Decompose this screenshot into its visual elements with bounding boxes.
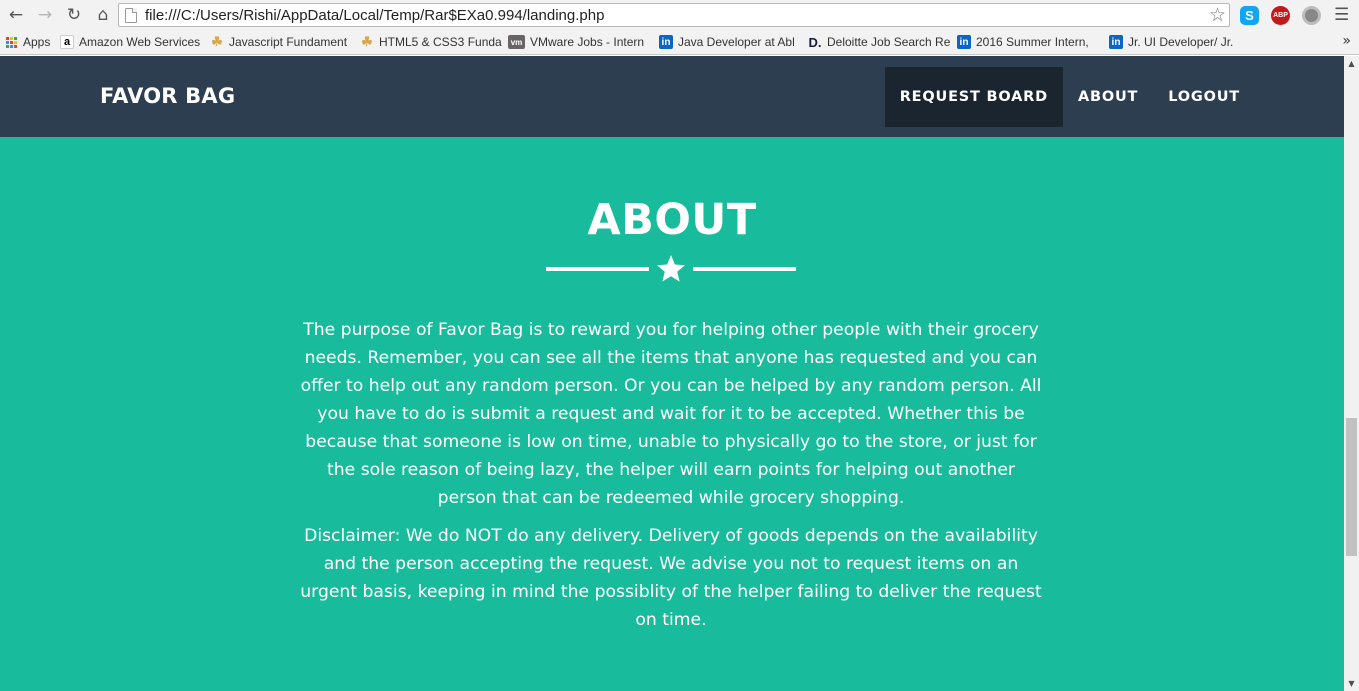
nav-about[interactable]: ABOUT — [1063, 67, 1153, 127]
vmware-icon: vm — [508, 35, 525, 49]
about-paragraph-disclaimer: Disclaimer: We do NOT do any delivery. D… — [300, 526, 1042, 630]
linkedin-icon: in — [1109, 35, 1123, 49]
bookmark-label: Apps — [23, 35, 51, 49]
bookmark-label: Amazon Web Services — [79, 35, 201, 49]
bookmark-html5[interactable]: ☘ HTML5 & CSS3 Funda — [360, 30, 508, 54]
section-title: ABOUT — [587, 195, 757, 245]
back-arrow-icon[interactable]: ← — [3, 2, 29, 28]
bookmark-amazon[interactable]: a Amazon Web Services — [60, 30, 210, 54]
scroll-thumb[interactable] — [1346, 418, 1357, 556]
page-viewport: FAVOR BAG REQUEST BOARD ABOUT LOGOUT ABO… — [0, 56, 1359, 691]
home-icon[interactable]: ⌂ — [90, 2, 116, 28]
bookmark-java-developer[interactable]: in Java Developer at Abl — [659, 30, 808, 54]
bookmark-label: Jr. UI Developer/ Jr. Fr — [1128, 35, 1237, 49]
browser-toolbar: ← → ↻ ⌂ file:///C:/Users/Rishi/AppData/L… — [0, 0, 1359, 30]
apps-grid-icon — [4, 35, 18, 49]
bookmark-label: VMware Jobs - Intern — [530, 35, 645, 49]
menu-icon[interactable]: ☰ — [1334, 5, 1349, 25]
bookmark-vmware[interactable]: vm VMware Jobs - Intern — [508, 30, 659, 54]
bookmark-summer-intern[interactable]: in 2016 Summer Intern, — [957, 30, 1109, 54]
bookmark-label: Deloitte Job Search Re — [827, 35, 951, 49]
vertical-scrollbar[interactable]: ▲ ▼ — [1344, 56, 1359, 691]
deloitte-icon: D. — [808, 34, 822, 50]
bookmark-ui-developer[interactable]: in Jr. UI Developer/ Jr. Fr — [1109, 30, 1237, 54]
extension-icons: S ABP ☰ — [1240, 5, 1349, 25]
about-paragraph-purpose: The purpose of Favor Bag is to reward yo… — [300, 320, 1042, 508]
nav-request-board[interactable]: REQUEST BOARD — [884, 67, 1063, 127]
divider-line-right — [693, 267, 796, 271]
skype-icon[interactable]: S — [1240, 5, 1259, 25]
about-section: ABOUT The purpose of Favor Bag is to rew… — [0, 137, 1344, 691]
url-text[interactable]: file:///C:/Users/Rishi/AppData/Local/Tem… — [145, 7, 604, 24]
scroll-up-icon[interactable]: ▲ — [1344, 56, 1359, 71]
thumbs-icon: ☘ — [361, 34, 373, 49]
scroll-down-icon[interactable]: ▼ — [1344, 676, 1359, 691]
bookmarks-bar: Apps a Amazon Web Services ☘ Javascript … — [0, 30, 1359, 55]
bookmark-label: HTML5 & CSS3 Funda — [379, 35, 502, 49]
site-navbar: FAVOR BAG REQUEST BOARD ABOUT LOGOUT — [0, 56, 1344, 137]
bookmark-star-icon[interactable]: ☆ — [1209, 4, 1226, 26]
forward-arrow-icon[interactable]: → — [32, 2, 58, 28]
divider-line-left — [546, 267, 649, 271]
address-bar[interactable]: file:///C:/Users/Rishi/AppData/Local/Tem… — [118, 3, 1230, 27]
bookmark-apps[interactable]: Apps — [4, 30, 60, 54]
more-bookmarks-chevron-icon[interactable]: » — [1342, 33, 1351, 49]
amazon-icon: a — [60, 35, 74, 49]
nav-links: REQUEST BOARD ABOUT LOGOUT — [884, 67, 1255, 127]
bookmark-javascript[interactable]: ☘ Javascript Fundament — [210, 30, 360, 54]
star-divider — [546, 254, 796, 284]
nav-logout[interactable]: LOGOUT — [1153, 67, 1255, 127]
ghostery-icon[interactable] — [1302, 5, 1321, 25]
bookmark-deloitte[interactable]: D. Deloitte Job Search Re — [808, 30, 957, 54]
adblock-plus-icon[interactable]: ABP — [1271, 5, 1290, 25]
bookmark-label: 2016 Summer Intern, — [976, 35, 1089, 49]
thumbs-icon: ☘ — [211, 34, 223, 49]
bookmark-label: Java Developer at Abl — [678, 35, 795, 49]
bookmark-label: Javascript Fundament — [229, 35, 348, 49]
star-icon — [657, 255, 685, 282]
linkedin-icon: in — [957, 35, 971, 49]
reload-icon[interactable]: ↻ — [61, 2, 87, 28]
page-icon — [125, 7, 137, 23]
site-brand[interactable]: FAVOR BAG — [100, 84, 235, 108]
linkedin-icon: in — [659, 35, 673, 49]
